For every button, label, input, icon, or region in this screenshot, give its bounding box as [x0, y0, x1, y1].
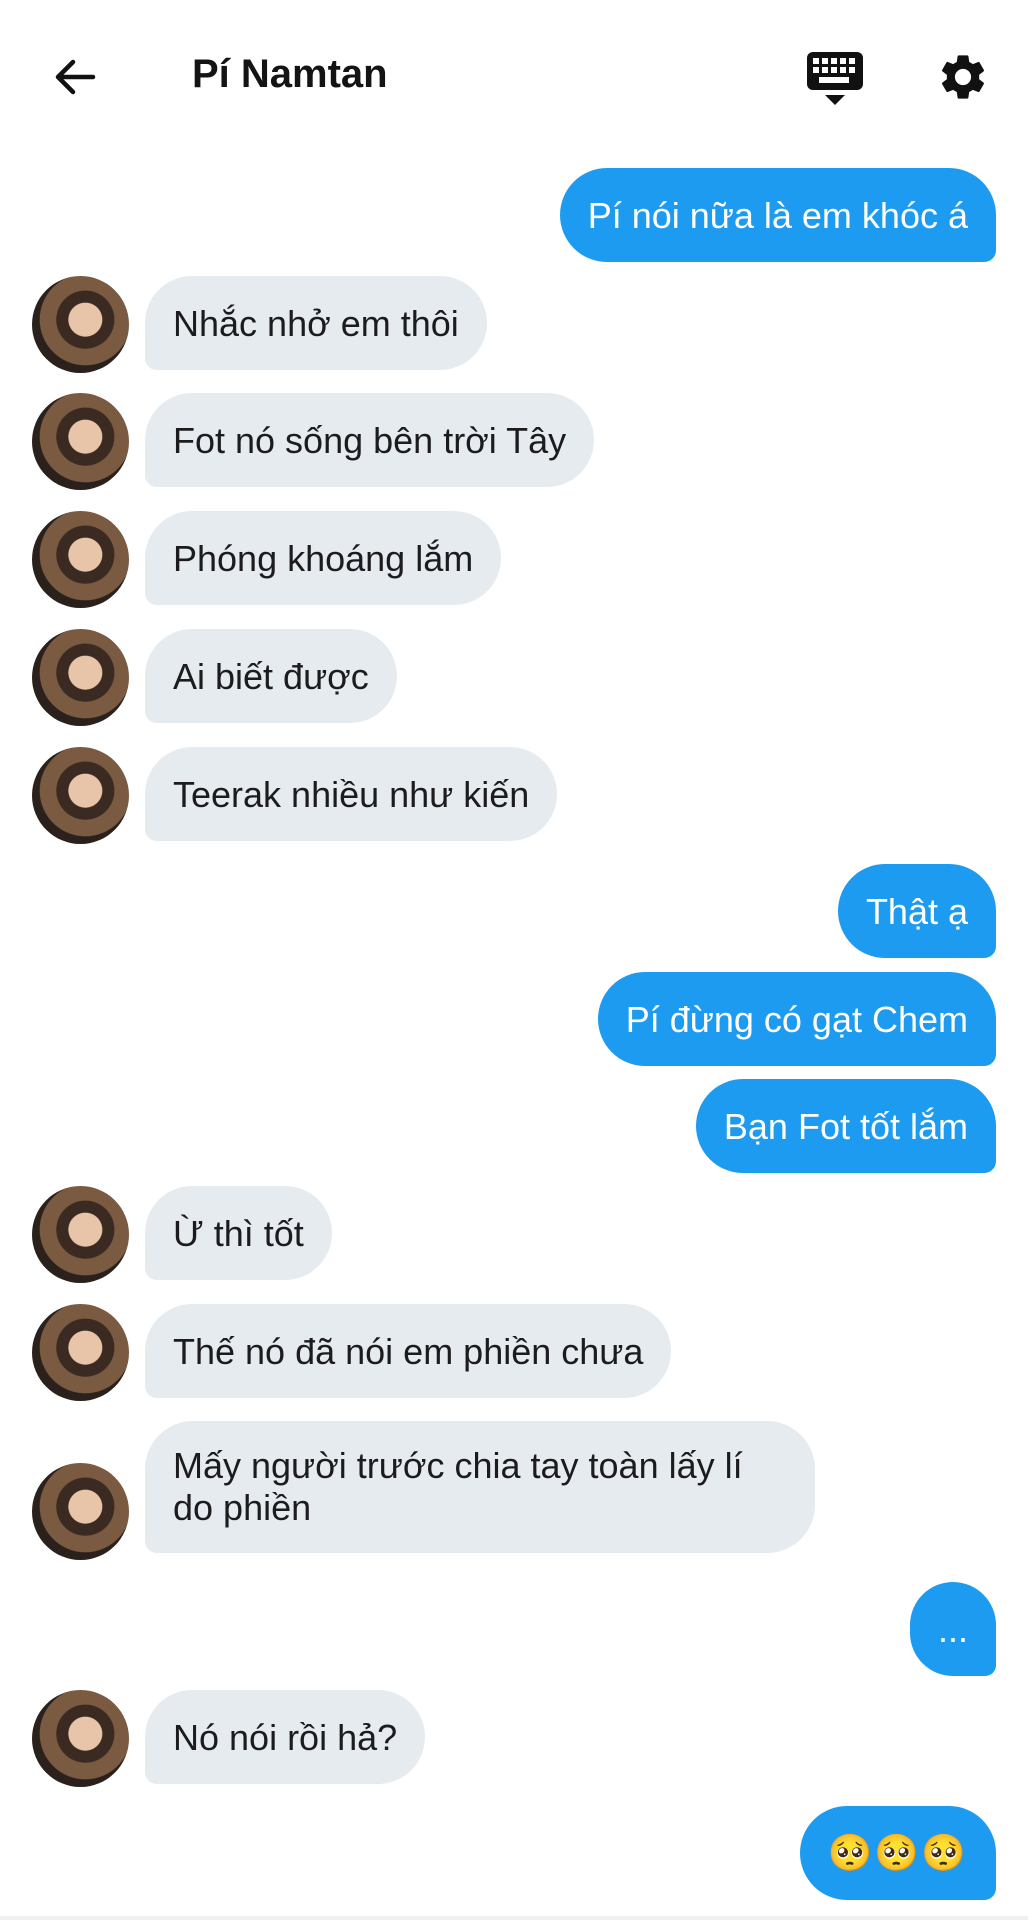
back-button[interactable] [40, 42, 110, 112]
settings-button[interactable] [928, 42, 998, 112]
message-bubble-incoming[interactable]: Nó nói rồi hả? [145, 1690, 426, 1784]
keyboard-toggle-button[interactable] [800, 44, 870, 114]
message-bubble-incoming[interactable]: Fot nó sống bên trời Tây [145, 393, 595, 487]
message-bubble-incoming[interactable]: Nhắc nhở em thôi [145, 276, 487, 370]
message-bubble-incoming[interactable]: Ừ thì tốt [145, 1186, 332, 1280]
message-bubble-outgoing[interactable]: Pí nói nữa là em khóc á [559, 168, 996, 262]
message-bubble-incoming[interactable]: Mấy người trước chia tay toàn lấy lí do … [145, 1421, 815, 1553]
avatar[interactable] [32, 1304, 129, 1401]
message-bubble-outgoing[interactable]: Bạn Fot tốt lắm [695, 1079, 996, 1173]
message-bubble-outgoing[interactable]: ... [909, 1582, 996, 1676]
avatar[interactable] [32, 629, 129, 726]
gear-icon [941, 55, 985, 99]
avatar[interactable] [32, 393, 129, 490]
message-bubble-incoming[interactable]: Thế nó đã nói em phiền chưa [145, 1304, 672, 1398]
avatar[interactable] [32, 1463, 129, 1560]
avatar[interactable] [32, 511, 129, 608]
avatar[interactable] [32, 276, 129, 373]
message-bubble-outgoing[interactable]: 🥺🥺🥺 [799, 1806, 996, 1900]
message-bubble-incoming[interactable]: Phóng khoáng lắm [145, 511, 502, 605]
avatar[interactable] [32, 1186, 129, 1283]
message-bubble-incoming[interactable]: Ai biết được [145, 629, 397, 723]
keyboard-icon [807, 52, 863, 105]
avatar[interactable] [32, 747, 129, 844]
conversation-header: Pí Namtan [0, 0, 1028, 150]
arrow-left-icon [55, 59, 96, 95]
bottom-divider [0, 1916, 1028, 1920]
message-bubble-outgoing[interactable]: Thật ạ [837, 864, 996, 958]
message-bubble-incoming[interactable]: Teerak nhiều như kiến [145, 747, 558, 841]
avatar[interactable] [32, 1690, 129, 1787]
contact-name: Pí Namtan [192, 52, 388, 96]
message-bubble-outgoing[interactable]: Pí đừng có gạt Chem [597, 972, 996, 1066]
